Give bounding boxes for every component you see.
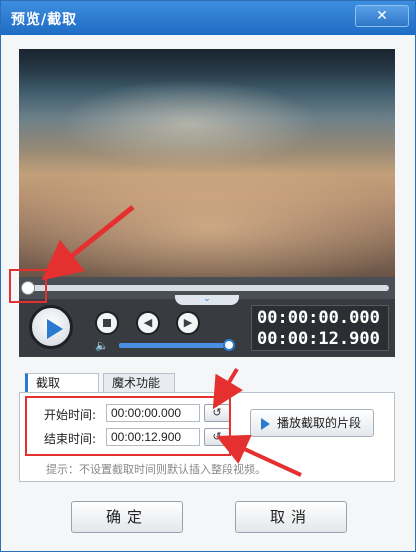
- play-clip-button[interactable]: 播放截取的片段: [250, 409, 374, 437]
- play-clip-label: 播放截取的片段: [277, 416, 362, 430]
- stop-button[interactable]: [95, 311, 119, 335]
- ok-button[interactable]: 确定: [71, 501, 183, 533]
- hint-text: 提示：不设置截取时间则默认插入整段视频。: [46, 463, 266, 476]
- close-icon: ✕: [376, 8, 388, 24]
- tab-magic-label: 魔术功能: [112, 376, 161, 390]
- play-button[interactable]: [29, 305, 73, 349]
- title-bar[interactable]: 预览/截取 ✕: [1, 1, 415, 35]
- tab-trim-label: 截取: [36, 376, 61, 390]
- current-time: 00:00:00.000: [257, 308, 380, 328]
- volume-slider[interactable]: [119, 343, 231, 348]
- video-frame-cloud: [59, 79, 319, 169]
- tab-trim[interactable]: 截取: [25, 373, 99, 393]
- volume-handle[interactable]: [223, 339, 235, 351]
- stop-icon: [103, 319, 111, 327]
- window-title: 预览/截取: [11, 12, 78, 28]
- timeline-track[interactable]: [27, 285, 389, 291]
- step-forward-icon: ▶: [183, 316, 193, 329]
- tab-magic[interactable]: 魔术功能: [103, 373, 175, 393]
- cancel-button-label: 取消: [269, 508, 312, 526]
- cancel-button[interactable]: 取消: [235, 501, 347, 533]
- previous-frame-button[interactable]: ◀: [136, 311, 160, 335]
- chevron-down-icon: ⌄: [203, 294, 211, 304]
- close-button[interactable]: ✕: [355, 5, 409, 27]
- player-controls: ⌄ ◀ ▶ 🔈 00:00:00.000 00:00:12.900: [19, 295, 395, 357]
- step-back-icon: ◀: [143, 316, 153, 329]
- next-frame-button[interactable]: ▶: [176, 311, 200, 335]
- total-time: 00:00:12.900: [257, 329, 380, 349]
- annotation-box-time-fields: [25, 396, 231, 456]
- preview-trim-dialog: 预览/截取 ✕ ⌄ ◀ ▶ 🔈 00:00:00.000 00:00:12.90…: [0, 0, 416, 552]
- video-frame-cloud-layer: [19, 159, 395, 277]
- video-preview[interactable]: [19, 49, 395, 277]
- expand-toggle[interactable]: ⌄: [175, 295, 239, 305]
- ok-button-label: 确定: [105, 508, 148, 526]
- play-icon: [47, 319, 63, 339]
- volume-icon[interactable]: 🔈: [95, 339, 109, 352]
- time-display: 00:00:00.000 00:00:12.900: [251, 305, 389, 351]
- play-icon: [261, 418, 270, 430]
- annotation-box-timeline: [9, 269, 47, 303]
